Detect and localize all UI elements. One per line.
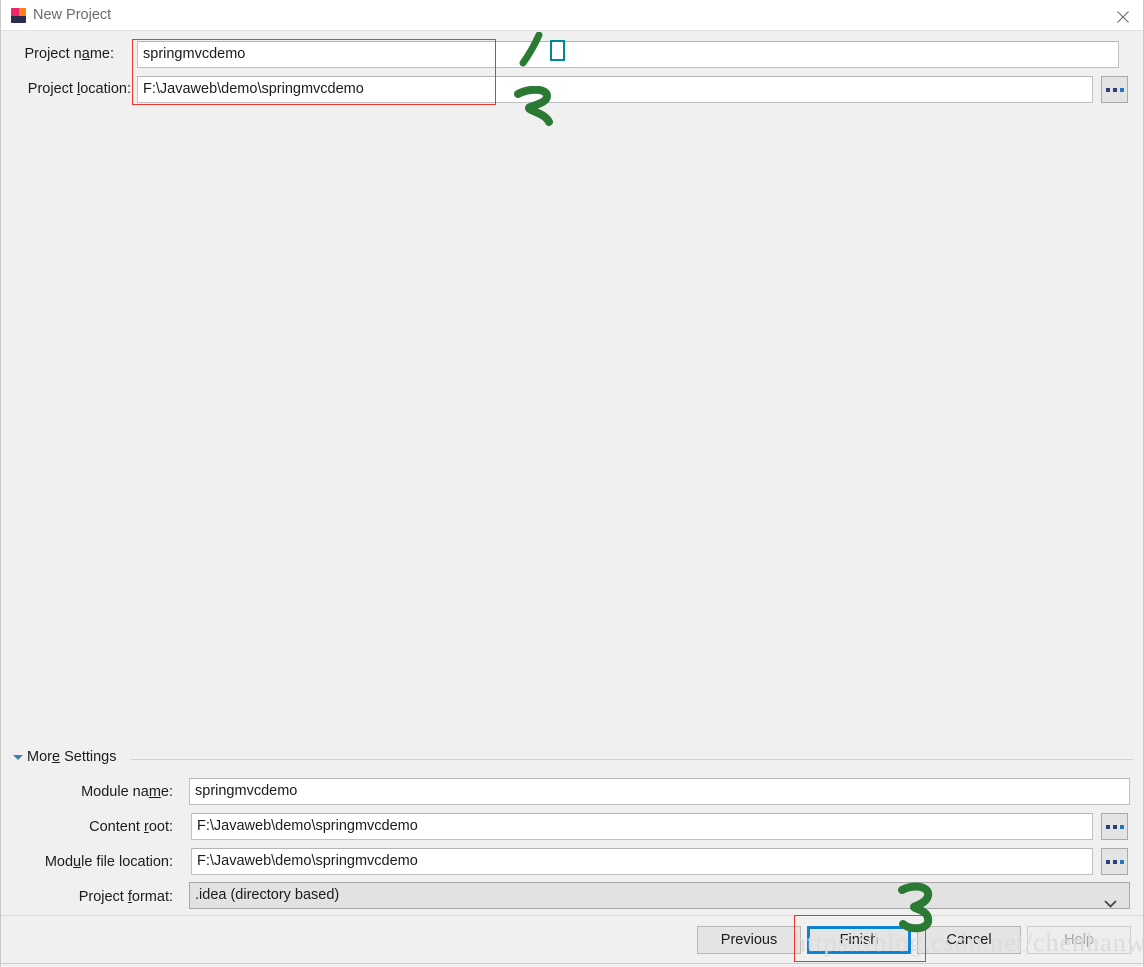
title-bar: New Project bbox=[1, 0, 1143, 31]
module-file-location-input[interactable]: F:\Javaweb\demo\springmvcdemo bbox=[191, 848, 1093, 875]
more-settings-header[interactable]: More Settings bbox=[13, 749, 1133, 769]
chevron-down-icon bbox=[1104, 892, 1117, 908]
project-location-input[interactable]: F:\Javaweb\demo\springmvcdemo bbox=[137, 76, 1093, 103]
button-bar-divider bbox=[1, 915, 1143, 916]
project-location-label: Project location: bbox=[27, 81, 131, 97]
project-format-value: .idea (directory based) bbox=[195, 887, 340, 903]
help-button[interactable]: Help bbox=[1027, 926, 1131, 954]
content-root-input[interactable]: F:\Javaweb\demo\springmvcdemo bbox=[191, 813, 1093, 840]
module-name-label: Module name: bbox=[81, 784, 173, 800]
module-name-input[interactable]: springmvcdemo bbox=[189, 778, 1130, 805]
ellipsis-icon bbox=[1102, 87, 1127, 92]
project-name-label: Project name: bbox=[24, 46, 114, 62]
section-divider bbox=[131, 759, 1133, 760]
ellipsis-icon bbox=[1102, 859, 1127, 864]
previous-button[interactable]: Previous bbox=[697, 926, 801, 954]
chevron-down-icon bbox=[13, 755, 23, 760]
window-title: New Project bbox=[33, 7, 112, 23]
content-root-label: Content root: bbox=[89, 819, 173, 835]
close-icon[interactable] bbox=[1101, 0, 1143, 30]
project-format-label: Project format: bbox=[78, 889, 173, 905]
project-name-input[interactable]: springmvcdemo bbox=[137, 41, 1119, 68]
finish-button[interactable]: Finish bbox=[807, 926, 911, 954]
ellipsis-icon bbox=[1102, 824, 1127, 829]
bottom-edge-sliver bbox=[1, 963, 1143, 967]
dialog-body: Project name: springmvcdemo Project loca… bbox=[1, 31, 1143, 967]
intellij-idea-icon bbox=[11, 8, 26, 23]
project-format-select[interactable]: .idea (directory based) bbox=[189, 882, 1130, 909]
content-root-browse-button[interactable] bbox=[1101, 813, 1128, 840]
new-project-dialog: New Project Project name: springmvcdemo … bbox=[0, 0, 1144, 967]
cancel-button[interactable]: Cancel bbox=[917, 926, 1021, 954]
close-glyph bbox=[1117, 11, 1129, 23]
project-location-browse-button[interactable] bbox=[1101, 76, 1128, 103]
module-file-location-browse-button[interactable] bbox=[1101, 848, 1128, 875]
module-file-location-label: Module file location: bbox=[44, 854, 173, 870]
more-settings-label: More Settings bbox=[27, 749, 117, 765]
